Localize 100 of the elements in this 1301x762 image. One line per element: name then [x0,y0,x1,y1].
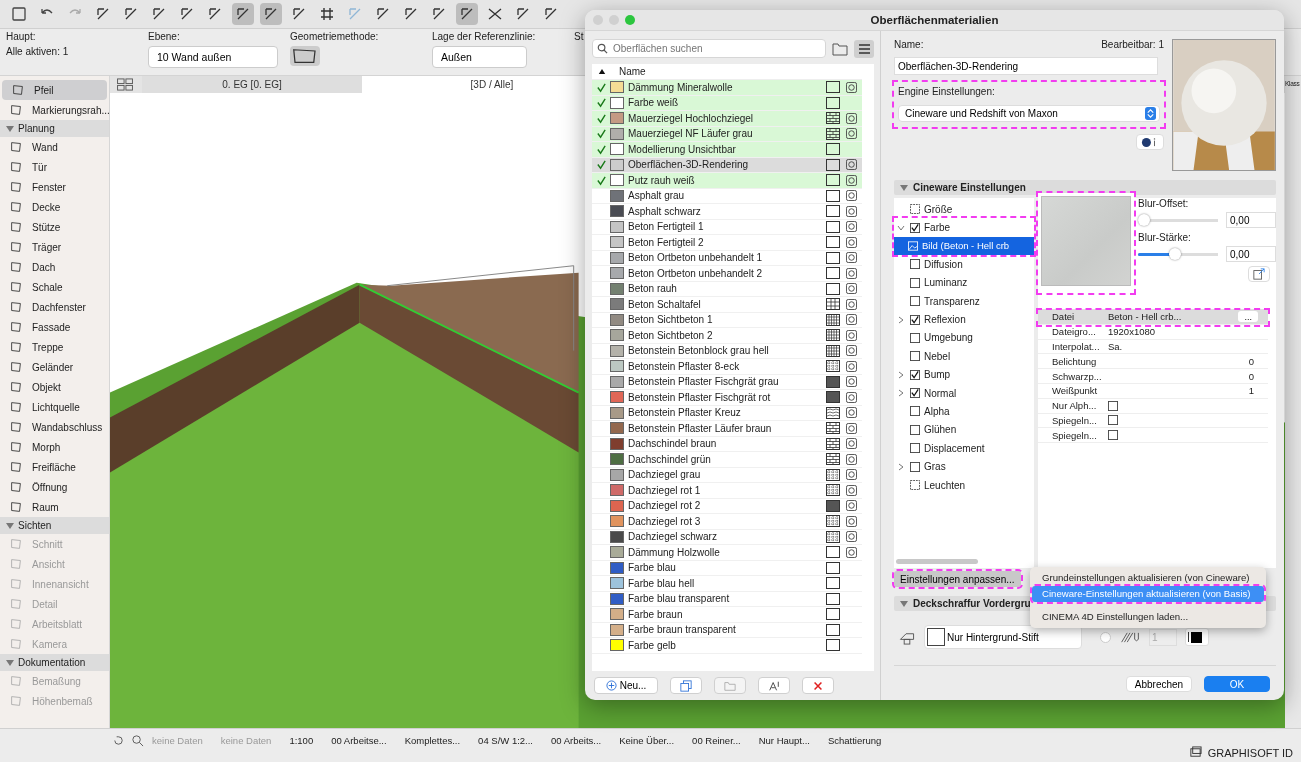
name-field[interactable]: Oberflächen-3D-Rendering [894,57,1158,75]
menu-item[interactable]: CINEMA 4D Einstellungen laden... [1032,609,1264,625]
channel-item[interactable]: Diffusion [894,255,1034,274]
toolbox-section-header[interactable]: Sichten [0,517,109,534]
material-row[interactable]: Betonstein Pflaster Läufer braun [592,421,862,437]
export-button[interactable] [1248,266,1270,282]
material-row[interactable]: Dachziegel rot 1 [592,483,862,499]
material-row[interactable]: Beton rauh [592,281,862,297]
status-item[interactable]: Keine Über... [617,734,685,746]
material-row[interactable]: Dachschindel braun [592,436,862,452]
material-row[interactable]: Asphalt grau [592,188,862,204]
duplicate-button[interactable] [670,677,702,694]
checkbox[interactable] [1108,415,1118,426]
status-item[interactable]: 04 S/W 1:2... [476,734,543,746]
material-row[interactable]: Dämmung Holzwolle [592,545,862,561]
checkbox[interactable] [1108,430,1118,441]
checkbox[interactable] [910,277,920,288]
tool-item[interactable]: Objekt [0,377,109,397]
layer-dropdown[interactable]: 10 Wand außen [148,46,278,68]
material-row[interactable]: Beton Fertigteil 1 [592,219,862,235]
channel-item[interactable]: Reflexion [894,310,1034,329]
reference-line-dropdown[interactable]: Außen [432,46,527,68]
checkbox[interactable] [910,388,920,399]
status-item[interactable]: Nur Haupt... [756,734,820,746]
material-row[interactable]: Dachziegel schwarz [592,529,862,545]
list-view-icon[interactable] [854,39,874,58]
section-header[interactable]: Cineware Einstellungen [894,180,1276,195]
tool-item[interactable]: Stütze [0,217,109,237]
tool-item[interactable]: Geländer [0,357,109,377]
tool-item[interactable]: Treppe [0,337,109,357]
material-row[interactable]: Betonstein Pflaster 8-eck [592,359,862,375]
tool-item[interactable]: Wand [0,137,109,157]
checkbox[interactable] [910,332,920,343]
material-row[interactable]: Dämmung Mineralwolle [592,80,862,96]
checkbox[interactable] [910,351,920,362]
material-row[interactable]: Farbe braun [592,607,862,623]
status-item[interactable]: 00 Arbeits... [549,734,612,746]
value-field[interactable]: 0,00 [1226,246,1276,262]
pen-dropdown[interactable]: Nur Hintergrund-Stift [924,625,1082,649]
material-row[interactable]: Farbe braun transparent [592,622,862,638]
toolbox-section-header[interactable]: Dokumentation [0,654,109,671]
material-row[interactable]: Dachziegel rot 2 [592,498,862,514]
material-row[interactable]: Asphalt schwarz [592,204,862,220]
channel-item[interactable]: Nebel [894,347,1034,366]
radio-button[interactable] [1100,631,1111,643]
tool-item[interactable]: Träger [0,237,109,257]
checkbox[interactable] [910,314,920,325]
status-item[interactable]: 00 Reiner... [690,734,751,746]
tool-item[interactable]: Fassade [0,317,109,337]
toolbox-section-header[interactable]: Planung [0,120,109,137]
tool-item[interactable]: Fenster [0,177,109,197]
material-row[interactable]: Betonstein Pflaster Kreuz [592,405,862,421]
rename-button[interactable] [758,677,790,694]
material-row[interactable]: Farbe gelb [592,638,862,654]
column-header[interactable]: Name [619,66,646,77]
material-row[interactable]: Beton Sichtbeton 2 [592,328,862,344]
tool-item[interactable]: Wandabschluss [0,417,109,437]
channel-item[interactable]: Gras [894,457,1034,476]
channel-item[interactable]: Bild (Beton - Hell crb [894,236,1034,256]
cancel-button[interactable]: Abbrechen [1126,676,1192,692]
material-row[interactable]: Beton Ortbeton unbehandelt 2 [592,266,862,282]
menu-item[interactable]: Grundeinstellungen aktualisieren (von Cineware) [1032,570,1264,586]
tool-item[interactable]: Dachfenster [0,297,109,317]
channel-item[interactable]: Bump [894,365,1034,384]
windows-icon[interactable] [1188,746,1202,759]
material-row[interactable]: Betonstein Pflaster Fischgrät rot [592,390,862,406]
material-row[interactable]: Betonstein Betonblock grau hell [592,343,862,359]
material-row[interactable]: Farbe blau transparent [592,591,862,607]
channel-item[interactable]: Normal [894,383,1034,403]
tool-item[interactable]: Pfeil [2,80,107,100]
scrollbar[interactable] [896,559,978,564]
sort-arrow-icon[interactable] [598,68,606,75]
rotate-icon[interactable] [112,733,125,747]
tool-item[interactable]: Freifläche [0,457,109,477]
tool-item[interactable]: Markierungsrah... [0,100,109,120]
tool-item[interactable]: Schale [0,277,109,297]
material-row[interactable]: Farbe blau [592,560,862,576]
zoom-icon[interactable] [131,733,144,747]
material-row[interactable]: Farbe blau hell [592,576,862,592]
tool-item[interactable]: Öffnung [0,477,109,497]
grid-view-icon[interactable] [116,78,134,91]
cinema-4d-info-button[interactable] [1136,134,1164,150]
ok-button[interactable]: OK [1204,676,1270,692]
tool-item[interactable]: Dach [0,257,109,277]
straight-wall-icon[interactable] [290,46,320,66]
tool-item[interactable]: Raum [0,497,109,517]
material-row[interactable]: Beton Fertigteil 2 [592,235,862,251]
material-row[interactable]: Dachschindel grün [592,452,862,468]
material-row[interactable]: Beton Sichtbeton 1 [592,312,862,328]
checkbox[interactable] [910,369,920,380]
slider-thumb[interactable] [1168,248,1181,260]
hatch-icon[interactable] [1119,630,1141,644]
checkbox[interactable] [910,222,920,233]
channel-item[interactable]: Größe [894,200,1034,219]
tool-item[interactable]: Lichtquelle [0,397,109,417]
checkbox[interactable] [910,424,920,435]
delete-button[interactable] [802,677,834,694]
slider-thumb[interactable] [1138,214,1150,226]
checkbox[interactable] [1108,400,1118,411]
status-item[interactable]: Schattierung [825,734,892,746]
